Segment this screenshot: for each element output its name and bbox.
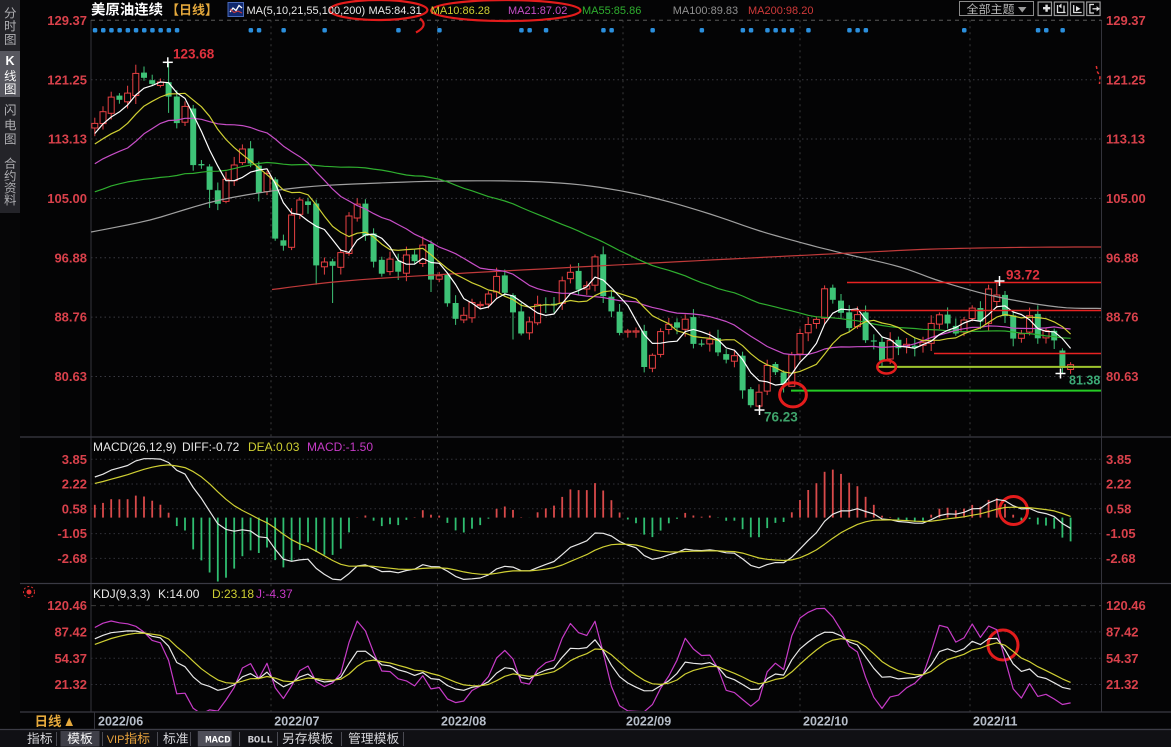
svg-text:105.00: 105.00 bbox=[1106, 191, 1146, 206]
svg-text:2022/08: 2022/08 bbox=[441, 715, 486, 729]
svg-text:D:23.18: D:23.18 bbox=[212, 587, 254, 601]
svg-text:2.22: 2.22 bbox=[62, 477, 87, 492]
svg-text:120.46: 120.46 bbox=[1106, 598, 1146, 613]
svg-text:2022/06: 2022/06 bbox=[98, 715, 143, 729]
svg-text:MACD: MACD bbox=[205, 735, 230, 747]
svg-text:129.37: 129.37 bbox=[47, 13, 87, 28]
svg-text:21.32: 21.32 bbox=[54, 677, 87, 692]
svg-text:DIFF:-0.72: DIFF:-0.72 bbox=[182, 440, 240, 454]
svg-text:54.37: 54.37 bbox=[54, 651, 87, 666]
svg-text:129.37: 129.37 bbox=[1106, 13, 1146, 28]
svg-text:MA200:98.20: MA200:98.20 bbox=[748, 5, 813, 17]
svg-text:MA(5,10,21,55,100,200): MA(5,10,21,55,100,200) bbox=[247, 5, 366, 17]
svg-text:54.37: 54.37 bbox=[1106, 651, 1139, 666]
svg-text:93.72: 93.72 bbox=[1006, 268, 1040, 283]
svg-text:MA10:86.28: MA10:86.28 bbox=[431, 5, 490, 17]
svg-text:2022/10: 2022/10 bbox=[803, 715, 848, 729]
svg-text:DEA:0.03: DEA:0.03 bbox=[248, 440, 300, 454]
svg-text:96.88: 96.88 bbox=[54, 250, 87, 265]
svg-text:21.32: 21.32 bbox=[1106, 677, 1139, 692]
svg-text:P: P bbox=[117, 734, 124, 746]
svg-text:KDJ(9,3,3): KDJ(9,3,3) bbox=[93, 587, 150, 601]
svg-text:88.76: 88.76 bbox=[54, 310, 87, 325]
svg-text:105.00: 105.00 bbox=[47, 191, 87, 206]
svg-text:K: K bbox=[5, 54, 14, 68]
svg-text:2.22: 2.22 bbox=[1106, 477, 1131, 492]
svg-text:88.76: 88.76 bbox=[1106, 310, 1139, 325]
svg-text:MA21:87.02: MA21:87.02 bbox=[508, 5, 567, 17]
svg-text:113.13: 113.13 bbox=[48, 132, 87, 147]
svg-text:76.23: 76.23 bbox=[764, 410, 798, 425]
svg-text:120.46: 120.46 bbox=[47, 598, 87, 613]
svg-text:80.63: 80.63 bbox=[1106, 369, 1139, 384]
svg-text:2022/11: 2022/11 bbox=[973, 715, 1018, 729]
svg-text:121.25: 121.25 bbox=[47, 72, 87, 87]
svg-text:87.42: 87.42 bbox=[1106, 625, 1139, 640]
svg-text:87.42: 87.42 bbox=[54, 625, 87, 640]
svg-text:MA55:85.86: MA55:85.86 bbox=[582, 5, 641, 17]
svg-text:0.58: 0.58 bbox=[1106, 501, 1131, 516]
svg-text:0.58: 0.58 bbox=[62, 501, 87, 516]
svg-text:-2.68: -2.68 bbox=[1106, 551, 1136, 566]
svg-text:80.63: 80.63 bbox=[54, 369, 87, 384]
svg-text:-2.68: -2.68 bbox=[57, 551, 87, 566]
svg-text:J:-4.37: J:-4.37 bbox=[256, 587, 293, 601]
svg-text:121.25: 121.25 bbox=[1106, 72, 1146, 87]
svg-text:2022/09: 2022/09 bbox=[626, 715, 671, 729]
svg-text:K:14.00: K:14.00 bbox=[158, 587, 200, 601]
svg-text:96.88: 96.88 bbox=[1106, 250, 1139, 265]
svg-text:MA5:84.31: MA5:84.31 bbox=[369, 5, 422, 17]
svg-text:MACD:-1.50: MACD:-1.50 bbox=[307, 440, 373, 454]
svg-text:MACD(26,12,9): MACD(26,12,9) bbox=[93, 440, 176, 454]
svg-text:3.85: 3.85 bbox=[62, 452, 87, 467]
svg-text:-1.05: -1.05 bbox=[57, 526, 87, 541]
svg-text:81.38: 81.38 bbox=[1069, 374, 1100, 388]
svg-text:2022/07: 2022/07 bbox=[274, 715, 319, 729]
svg-text:-1.05: -1.05 bbox=[1106, 526, 1136, 541]
svg-text:3.85: 3.85 bbox=[1106, 452, 1131, 467]
svg-text:123.68: 123.68 bbox=[173, 47, 215, 62]
svg-text:113.13: 113.13 bbox=[1106, 132, 1145, 147]
svg-text:MA100:89.83: MA100:89.83 bbox=[673, 5, 738, 17]
svg-text:BOLL: BOLL bbox=[248, 735, 273, 747]
